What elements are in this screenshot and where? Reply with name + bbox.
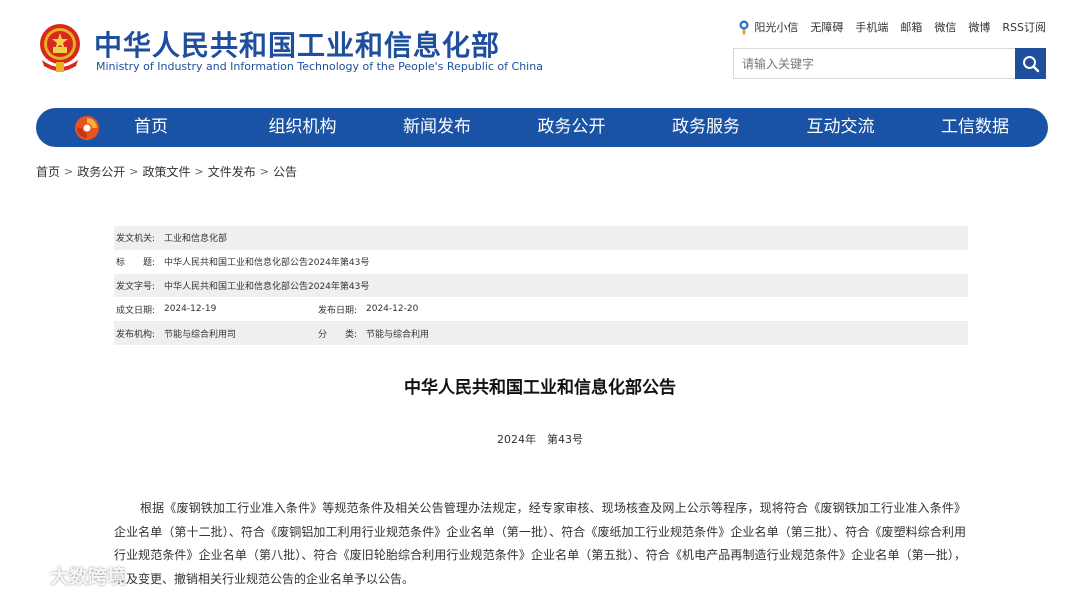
watermark: 大数跨境: [6, 562, 126, 589]
document-title: 中华人民共和国工业和信息化部公告: [404, 378, 676, 398]
nav-item-organization[interactable]: 组织机构: [269, 108, 404, 147]
document-body: 根据《废钢铁加工行业准入条件》等规范条件及相关公告管理办法规定，经专家审核、现场…: [114, 501, 966, 586]
miit-logo-icon[interactable]: [74, 115, 100, 141]
toplink-sunshine[interactable]: 阳光小信: [738, 19, 798, 35]
info-cell-published: 发布日期: 2024-12-20: [316, 303, 418, 316]
info-published-date: 2024-12-20: [366, 304, 419, 315]
sunshine-mascot-icon: [739, 20, 749, 34]
watermark-logo-icon: [8, 566, 45, 585]
info-cell-org: 发布机构: 节能与综合利用司: [114, 327, 316, 340]
toplink-label: 阳光小信: [754, 21, 799, 34]
toplink-wechat[interactable]: 微信: [934, 19, 956, 35]
info-row-docno: 发文字号: 中华人民共和国工业和信息化部公告2024年第43号: [114, 273, 968, 298]
info-org: 节能与综合利用司: [164, 329, 237, 340]
info-cell-created: 成文日期: 2024-12-19: [114, 303, 316, 316]
search-input[interactable]: [734, 49, 1016, 78]
search-icon: [1022, 55, 1039, 72]
toplink-email[interactable]: 邮箱: [900, 19, 922, 35]
watermark-text: 大数跨境: [50, 566, 127, 588]
nav-item-news[interactable]: 新闻发布: [403, 108, 538, 147]
info-row-title: 标 题: 中华人民共和国工业和信息化部公告2024年第43号: [114, 250, 968, 274]
breadcrumb-separator: >: [259, 165, 269, 178]
search-box: [733, 48, 1046, 79]
nav-items: 首页 组织机构 新闻发布 政务公开 政务服务 互动交流 工信数据: [134, 108, 1076, 147]
breadcrumb-gov-affairs[interactable]: 政务公开: [77, 163, 125, 180]
nav-item-home[interactable]: 首页: [134, 108, 269, 147]
search-button[interactable]: [1015, 48, 1046, 79]
info-label: 发布日期:: [318, 305, 358, 316]
nav-item-gov-affairs-open[interactable]: 政务公开: [538, 108, 673, 147]
breadcrumb-separator: >: [194, 165, 204, 178]
top-links: 阳光小信 无障碍 手机端 邮箱 微信 微博 RSS订阅: [738, 19, 1046, 35]
site-header: 中华人民共和国工业和信息化部 Ministry of Industry and …: [0, 0, 1080, 100]
document-number: 2024年 第43号: [497, 433, 583, 446]
breadcrumb-separator: >: [129, 165, 139, 178]
info-created-date: 2024-12-19: [164, 304, 217, 315]
breadcrumb: 首页 > 政务公开 > 政策文件 > 文件发布 > 公告: [36, 163, 297, 180]
breadcrumb-file-release[interactable]: 文件发布: [208, 163, 256, 180]
info-docno: 中华人民共和国工业和信息化部公告2024年第43号: [164, 281, 370, 292]
toplink-mobile[interactable]: 手机端: [855, 19, 888, 35]
info-label: 分 类:: [318, 329, 358, 340]
nav-item-data[interactable]: 工信数据: [941, 108, 1076, 147]
document-info-table: 发文机关: 工业和信息化部 标 题: 中华人民共和国工业和信息化部公告2024年…: [114, 226, 968, 345]
breadcrumb-policy-docs[interactable]: 政策文件: [142, 163, 190, 180]
info-title: 中华人民共和国工业和信息化部公告2024年第43号: [164, 258, 370, 269]
breadcrumb-announcement[interactable]: 公告: [273, 163, 297, 180]
site-title-cn[interactable]: 中华人民共和国工业和信息化部: [94, 24, 500, 64]
info-label: 发布机构:: [116, 329, 156, 340]
nav-item-interaction[interactable]: 互动交流: [807, 108, 942, 147]
info-label: 标 题:: [116, 258, 156, 269]
info-label: 发文字号:: [116, 281, 156, 292]
national-emblem-icon[interactable]: [36, 22, 84, 74]
site-title-en[interactable]: Ministry of Industry and Information Tec…: [96, 60, 543, 73]
toplink-weibo[interactable]: 微博: [968, 19, 990, 35]
toplink-accessibility[interactable]: 无障碍: [810, 19, 843, 35]
info-row-issuer: 发文机关: 工业和信息化部: [114, 226, 968, 250]
info-issuer: 工业和信息化部: [164, 234, 228, 245]
toplink-rss[interactable]: RSS订阅: [1002, 19, 1046, 35]
info-cell-category: 分 类: 节能与综合利用: [316, 327, 429, 340]
breadcrumb-separator: >: [64, 165, 74, 178]
info-row-org: 发布机构: 节能与综合利用司 分 类: 节能与综合利用: [114, 321, 968, 345]
info-label: 成文日期:: [116, 305, 156, 316]
nav-item-gov-services[interactable]: 政务服务: [672, 108, 807, 147]
info-label: 发文机关:: [116, 234, 156, 245]
info-row-dates: 成文日期: 2024-12-19 发布日期: 2024-12-20: [114, 297, 968, 321]
breadcrumb-home[interactable]: 首页: [36, 163, 60, 180]
info-category: 节能与综合利用: [366, 329, 430, 340]
main-nav: 首页 组织机构 新闻发布 政务公开 政务服务 互动交流 工信数据: [36, 108, 1048, 147]
